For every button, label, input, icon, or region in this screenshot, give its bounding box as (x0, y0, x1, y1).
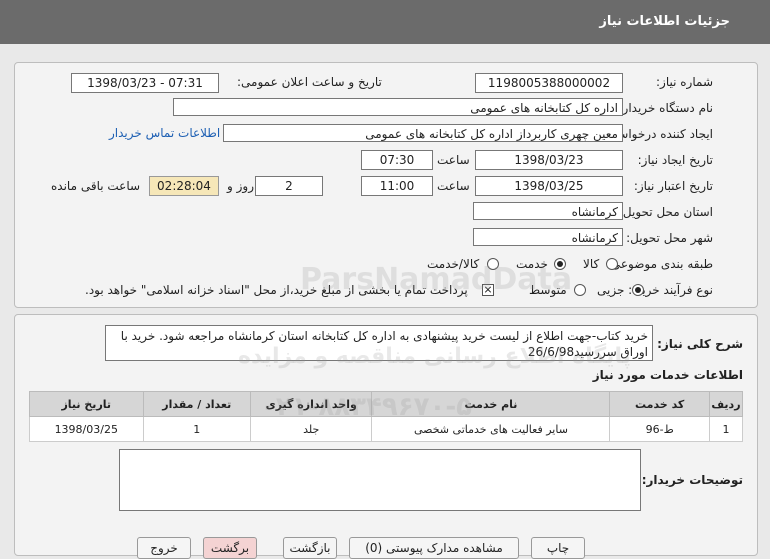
remaining-time-field: 02:28:04 (149, 176, 219, 196)
created-date-label: تاریخ ایجاد نیاز: (637, 153, 713, 167)
column-header: کد خدمت (609, 391, 710, 417)
remaining-label: ساعت باقی مانده (51, 179, 141, 193)
creator-field: معین چهری کاربرداز اداره کل کتابخانه های… (223, 124, 623, 142)
table-row: 1 ط-96 سایر فعالیت های خدماتی شخصی جلد 1… (29, 416, 744, 442)
table-cell: 1 (142, 416, 251, 442)
days-field: 2 (255, 176, 323, 196)
city-label: شهر محل تحویل: (626, 231, 713, 245)
category-radio-goods-service[interactable] (487, 258, 499, 270)
return-button[interactable]: بازگشت (283, 537, 337, 559)
services-title: اطلاعات خدمات مورد نیاز (592, 368, 743, 382)
treasury-checkbox[interactable]: ⨯ (482, 284, 494, 296)
process-option-minor: جزیی (597, 283, 625, 297)
validity-time-field: 11:00 (361, 176, 433, 196)
buyer-notes-box (119, 449, 641, 511)
province-field: کرمانشاه (473, 202, 623, 220)
validity-label: تاریخ اعتبار نیاز: (633, 179, 713, 193)
buyer-org-field: اداره کل کتابخانه های عمومی (173, 98, 623, 116)
column-header: ردیف (708, 391, 744, 417)
process-option-medium: متوسط (529, 283, 567, 297)
table-header-row: ردیف کد خدمت نام خدمت واحد اندازه گیری ت… (29, 391, 744, 417)
province-label: استان محل تحویل: (618, 205, 713, 219)
page-header: جزئیات اطلاعات نیاز (0, 0, 770, 44)
category-option-service: خدمت (516, 257, 548, 271)
created-time-label: ساعت (437, 153, 470, 167)
column-header: واحد اندازه گیری (249, 391, 373, 417)
need-number-field: 1198005388000002 (475, 73, 623, 93)
process-radio-medium[interactable] (574, 284, 586, 296)
table-cell: 1 (708, 416, 744, 442)
services-table: ردیف کد خدمت نام خدمت واحد اندازه گیری ت… (29, 391, 744, 442)
created-date-field: 1398/03/23 (475, 150, 623, 170)
back-button[interactable]: برگشت (203, 537, 257, 559)
process-radio-minor[interactable] (632, 284, 644, 296)
table-cell: ط-96 (609, 416, 710, 442)
buyer-org-label: نام دستگاه خریدار: (618, 101, 714, 115)
print-button[interactable]: چاپ (531, 537, 585, 559)
category-radio-goods[interactable] (606, 258, 618, 270)
column-header: تعداد / مقدار (142, 391, 251, 417)
column-header: تاریخ نیاز (29, 391, 144, 417)
column-header: نام خدمت (371, 391, 611, 417)
exit-button[interactable]: خروج (137, 537, 191, 559)
created-time-field: 07:30 (361, 150, 433, 170)
category-label: طبقه بندی موضوعی: (606, 257, 713, 271)
days-label: روز و (227, 179, 254, 193)
need-details-panel: شرح کلی نیاز: خرید کتاب-جهت اطلاع از لیس… (14, 314, 758, 559)
summary-label: شرح کلی نیاز: (657, 337, 743, 351)
attachments-button[interactable]: مشاهده مدارک پیوستی (0) (349, 537, 519, 559)
table-cell: 1398/03/25 (29, 416, 144, 442)
validity-time-label: ساعت (437, 179, 470, 193)
need-info-panel: شماره نیاز: 1198005388000002 تاریخ و ساع… (14, 62, 758, 308)
contact-info-link[interactable]: اطلاعات تماس خریدار (109, 126, 220, 140)
page-title: جزئیات اطلاعات نیاز (599, 14, 730, 29)
city-field: کرمانشاه (473, 228, 623, 246)
category-radio-service[interactable] (554, 258, 566, 270)
validity-date-field: 1398/03/25 (475, 176, 623, 196)
category-option-goods-service: کالا/خدمت (427, 257, 480, 271)
category-option-goods: کالا (583, 257, 600, 271)
announce-label: تاریخ و ساعت اعلان عمومی: (237, 75, 382, 89)
table-cell: جلد (249, 416, 373, 442)
table-cell: سایر فعالیت های خدماتی شخصی (371, 416, 611, 442)
summary-text: خرید کتاب-جهت اطلاع از لیست خرید پیشنهاد… (105, 325, 653, 361)
announce-field: 1398/03/23 - 07:31 (71, 73, 219, 93)
need-number-label: شماره نیاز: (656, 75, 713, 89)
payment-note: پرداخت تمام یا بخشی از مبلغ خرید،از محل … (85, 283, 468, 297)
buyer-notes-label: توضیحات خریدار: (641, 473, 743, 487)
